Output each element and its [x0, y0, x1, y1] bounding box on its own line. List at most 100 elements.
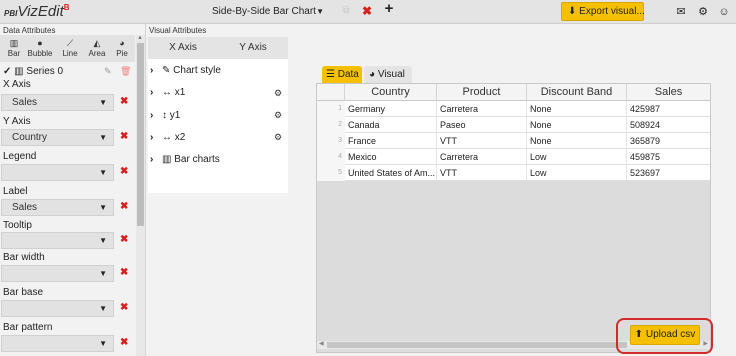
series-label-wrap: ✓ ▥ Series 0 — [3, 66, 63, 77]
chart-type-line[interactable]: ⟋ Line — [56, 37, 84, 58]
gear-icon[interactable]: ⚙ — [274, 88, 282, 99]
chart-type-pie[interactable]: ◕ Pie — [108, 37, 136, 58]
bar-pattern-select[interactable]: ▼ — [1, 335, 114, 352]
tree-item-chart-style[interactable]: › ✎ Chart style — [150, 65, 221, 76]
cell-country[interactable]: Mexico — [345, 149, 437, 165]
cell-discount-band[interactable]: Low — [527, 149, 627, 165]
cell-sales[interactable]: 425987 — [627, 101, 710, 117]
delete-chart-icon[interactable]: ✖ — [361, 4, 373, 18]
upload-csv-button[interactable]: ⬆ Upload csv — [630, 325, 700, 345]
cell-discount-band[interactable]: None — [527, 133, 627, 149]
cell-sales[interactable]: 508924 — [627, 117, 710, 133]
cell-country[interactable]: Germany — [345, 101, 437, 117]
cell-product[interactable]: VTT — [437, 165, 527, 181]
clear-bar-pattern-icon[interactable]: ✖ — [120, 337, 128, 348]
bubble-chart-icon: ● — [37, 38, 43, 48]
add-chart-icon[interactable]: + — [383, 1, 395, 16]
cell-product[interactable]: Paseo — [437, 117, 527, 133]
chart-type-select[interactable]: Side-By-Side Bar Chart ▼ — [209, 3, 326, 21]
cell-product[interactable]: VTT — [437, 133, 527, 149]
table-row[interactable]: 1 Germany Carretera None 425987 — [317, 101, 710, 117]
wrench-icon[interactable]: ✎ — [104, 66, 112, 77]
tab-y-axis[interactable]: Y Axis — [218, 37, 288, 59]
chevron-down-icon: ▼ — [99, 269, 107, 278]
x-axis-select[interactable]: Sales ▼ — [1, 94, 114, 111]
cell-sales[interactable]: 523697 — [627, 165, 710, 181]
left-panel-scrollbar[interactable]: ▲ — [136, 35, 145, 356]
tooltip-select[interactable]: ▼ — [1, 232, 114, 249]
cell-discount-band[interactable]: None — [527, 101, 627, 117]
legend-select[interactable]: ▼ — [1, 164, 114, 181]
row-number: 1 — [317, 101, 345, 117]
trash-icon[interactable]: 🗑 — [120, 66, 131, 77]
column-header-sales[interactable]: Sales — [627, 84, 710, 101]
cell-discount-band[interactable]: None — [527, 117, 627, 133]
cell-country[interactable]: France — [345, 133, 437, 149]
chevron-right-icon: › — [150, 110, 154, 121]
cell-discount-band[interactable]: Low — [527, 165, 627, 181]
cell-sales[interactable]: 365879 — [627, 133, 710, 149]
chart-type-bar[interactable]: ▥ Bar — [0, 37, 28, 58]
clear-legend-icon[interactable]: ✖ — [120, 166, 128, 177]
cell-product[interactable]: Carretera — [437, 149, 527, 165]
bar-chart-icon: ▥ — [9, 38, 19, 48]
chevron-down-icon: ▼ — [99, 236, 107, 245]
scroll-up-icon[interactable]: ▲ — [137, 35, 143, 41]
grid-header: Country Product Discount Band Sales — [317, 84, 710, 101]
mail-icon[interactable]: ✉ — [675, 5, 687, 19]
top-toolbar: PBIVizEditB Side-By-Side Bar Chart ▼ ⧉ ✖… — [0, 0, 736, 24]
series-header[interactable]: ✓ ▥ Series 0 ✎ 🗑 — [0, 64, 135, 80]
gear-icon[interactable]: ⚙ — [274, 110, 282, 121]
clear-bar-width-icon[interactable]: ✖ — [120, 267, 128, 278]
cell-country[interactable]: United States of Am... — [345, 165, 437, 181]
chart-type-value: Side-By-Side Bar Chart — [212, 6, 316, 17]
clear-label-icon[interactable]: ✖ — [120, 201, 128, 212]
export-visual-button[interactable]: ⬇ Export visual... — [561, 2, 645, 21]
row-number-header — [317, 84, 345, 101]
tree-item-x2[interactable]: › ↔ x2 — [150, 132, 185, 143]
cell-country[interactable]: Canada — [345, 117, 437, 133]
series-name: Series 0 — [26, 66, 64, 77]
tree-item-y1[interactable]: › ↕ y1 — [150, 110, 180, 121]
chevron-right-icon: › — [150, 65, 154, 76]
tree-item-x1[interactable]: › ↔ x1 — [150, 87, 185, 98]
horizontal-arrows-icon: ↔ — [162, 87, 172, 98]
tab-visual[interactable]: ◕ Visual — [364, 66, 412, 83]
column-header-product[interactable]: Product — [437, 84, 527, 101]
logo-name: VizEdit — [17, 3, 64, 20]
clear-bar-base-icon[interactable]: ✖ — [120, 302, 128, 313]
bar-width-select[interactable]: ▼ — [1, 265, 114, 282]
clear-y-axis-icon[interactable]: ✖ — [120, 131, 128, 142]
table-row[interactable]: 5 United States of Am... VTT Low 523697 — [317, 165, 710, 181]
gear-icon[interactable]: ⚙ — [697, 5, 709, 19]
table-row[interactable]: 2 Canada Paseo None 508924 — [317, 117, 710, 133]
gear-icon[interactable]: ⚙ — [274, 132, 282, 143]
clear-x-axis-icon[interactable]: ✖ — [120, 96, 128, 107]
table-row[interactable]: 4 Mexico Carretera Low 459875 — [317, 149, 710, 165]
tab-data[interactable]: ☰ Data — [322, 66, 362, 83]
chevron-right-icon: › — [150, 87, 154, 98]
user-icon[interactable]: ☺ — [718, 5, 730, 19]
chevron-down-icon: ▼ — [99, 98, 107, 107]
app-logo: PBIVizEditB — [4, 3, 70, 20]
label-select[interactable]: Sales ▼ — [1, 199, 114, 216]
bar-base-select[interactable]: ▼ — [1, 300, 114, 317]
cell-product[interactable]: Carretera — [437, 101, 527, 117]
scroll-left-icon[interactable]: ◀ — [319, 340, 324, 347]
cell-sales[interactable]: 459875 — [627, 149, 710, 165]
chart-type-bubble[interactable]: ● Bubble — [26, 37, 54, 58]
column-header-discount-band[interactable]: Discount Band — [527, 84, 627, 101]
clear-tooltip-icon[interactable]: ✖ — [120, 234, 128, 245]
chart-type-area[interactable]: ◭ Area — [83, 37, 111, 58]
scrollbar-thumb[interactable] — [137, 43, 144, 226]
scrollbar-thumb[interactable] — [327, 342, 627, 348]
tab-x-axis[interactable]: X Axis — [148, 37, 218, 59]
column-header-country[interactable]: Country — [345, 84, 437, 101]
tree-label: x2 — [174, 132, 186, 143]
pie-chart-icon: ◕ — [119, 38, 125, 48]
y-axis-select[interactable]: Country ▼ — [1, 129, 114, 146]
tree-item-bar-charts[interactable]: › ▥ Bar charts — [150, 154, 220, 165]
table-row[interactable]: 3 France VTT None 365879 — [317, 133, 710, 149]
bar-chart-icon: ▥ — [14, 66, 24, 77]
copy-icon[interactable]: ⧉ — [340, 4, 352, 18]
